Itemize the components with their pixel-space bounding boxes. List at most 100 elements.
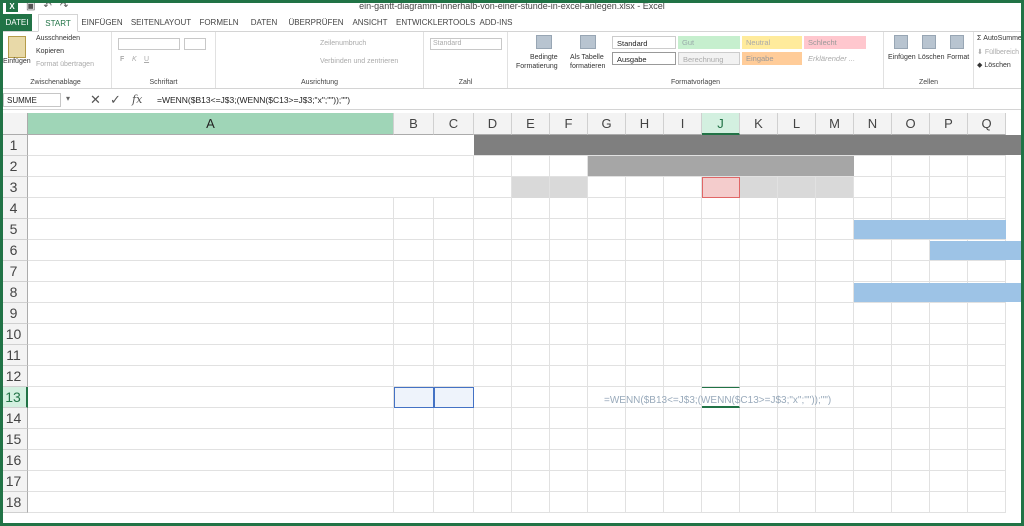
date-cell[interactable]	[702, 177, 740, 198]
grid-cell[interactable]	[740, 198, 778, 219]
grid-cell[interactable]	[778, 282, 816, 303]
grid-cell[interactable]	[664, 219, 702, 240]
end-date-cell[interactable]	[434, 345, 474, 366]
as-table-line1[interactable]: Als Tabelle	[570, 54, 604, 61]
tab-ueberpruefen[interactable]: ÜBERPRÜFEN	[288, 14, 344, 31]
grid-cell[interactable]	[28, 429, 394, 450]
grid-cell[interactable]	[626, 492, 664, 513]
grid-cell[interactable]	[930, 408, 968, 429]
grid-cell[interactable]	[702, 240, 740, 261]
grid-cell[interactable]	[968, 345, 1006, 366]
tab-datei[interactable]: DATEI	[2, 14, 32, 31]
grid-cell[interactable]	[740, 450, 778, 471]
name-box[interactable]: SUMME	[3, 93, 61, 107]
grid-cell[interactable]	[588, 429, 626, 450]
start-date-cell[interactable]	[394, 345, 434, 366]
grid-cell[interactable]	[778, 408, 816, 429]
date-cell[interactable]	[588, 177, 626, 198]
start-date-cell[interactable]	[394, 303, 434, 324]
as-table-line2[interactable]: formatieren	[570, 63, 605, 70]
grid-cell[interactable]	[778, 303, 816, 324]
paste-icon[interactable]	[8, 36, 26, 58]
italic-button[interactable]: K	[132, 56, 137, 63]
grid-cell[interactable]	[550, 366, 588, 387]
grid-cell[interactable]	[778, 366, 816, 387]
grid-cell[interactable]	[854, 198, 892, 219]
row-header-17[interactable]: 17	[0, 471, 28, 492]
grid-cell[interactable]	[702, 324, 740, 345]
grid-cell[interactable]	[702, 198, 740, 219]
grid-cell[interactable]	[778, 429, 816, 450]
start-date-cell[interactable]	[394, 408, 434, 429]
grid-cell[interactable]	[512, 219, 550, 240]
grid-cell[interactable]	[474, 345, 512, 366]
grid-cell[interactable]	[854, 366, 892, 387]
grid-cell[interactable]	[664, 240, 702, 261]
grid-cell[interactable]	[892, 240, 930, 261]
grid-cell[interactable]	[854, 324, 892, 345]
date-cell[interactable]	[550, 177, 588, 198]
grid-cell[interactable]	[740, 282, 778, 303]
date-cell[interactable]	[968, 177, 1006, 198]
row-header-12[interactable]: 12	[0, 366, 28, 387]
grid-cell[interactable]	[474, 324, 512, 345]
start-date-cell[interactable]	[394, 324, 434, 345]
cancel-icon[interactable]: ✕	[90, 93, 101, 107]
grid-cell[interactable]	[626, 345, 664, 366]
grid-cell[interactable]	[588, 450, 626, 471]
grid-cell[interactable]	[702, 282, 740, 303]
font-size-dropdown[interactable]	[184, 38, 206, 50]
grid-cell[interactable]	[854, 408, 892, 429]
grid-cell[interactable]	[816, 345, 854, 366]
grid-cell[interactable]	[816, 366, 854, 387]
row-header-2[interactable]: 2	[0, 156, 28, 177]
grid-cell[interactable]	[740, 303, 778, 324]
grid-cell[interactable]	[892, 492, 930, 513]
grid-cell[interactable]	[474, 240, 512, 261]
grid-cell[interactable]	[28, 303, 394, 324]
grid-cell[interactable]	[816, 240, 854, 261]
grid-cell[interactable]	[892, 429, 930, 450]
grid-cell[interactable]	[626, 324, 664, 345]
grid-cell[interactable]	[550, 324, 588, 345]
style-schlecht[interactable]: Schlecht	[804, 36, 866, 49]
grid-cell[interactable]	[702, 219, 740, 240]
grid-cell[interactable]	[968, 450, 1006, 471]
date-cell[interactable]	[854, 177, 892, 198]
grid-cell[interactable]	[512, 324, 550, 345]
end-date-cell[interactable]	[434, 471, 474, 492]
row-header-9[interactable]: 9	[0, 303, 28, 324]
end-date-cell[interactable]	[434, 240, 474, 261]
grid-cell[interactable]	[816, 492, 854, 513]
select-all-corner[interactable]	[0, 113, 28, 135]
grid-cell[interactable]	[968, 366, 1006, 387]
cut-button[interactable]: Ausschneiden	[36, 35, 80, 42]
column-header-p[interactable]: P	[930, 113, 968, 135]
grid-cell[interactable]	[968, 303, 1006, 324]
row-header-13[interactable]: 13	[0, 387, 28, 408]
grid-cell[interactable]	[512, 156, 550, 177]
end-date-cell[interactable]	[434, 219, 474, 240]
formula-input[interactable]: =WENN($B13<=J$3;(WENN($C13>=J$3;"x";""))…	[157, 93, 350, 107]
grid-cell[interactable]	[588, 240, 626, 261]
grid-cell[interactable]	[434, 492, 474, 513]
grid-cell[interactable]	[550, 282, 588, 303]
grid-cell[interactable]	[816, 471, 854, 492]
grid-cell[interactable]	[702, 429, 740, 450]
grid-cell[interactable]	[626, 303, 664, 324]
grid-cell[interactable]	[474, 366, 512, 387]
grid-cell[interactable]	[588, 282, 626, 303]
name-box-dropdown-icon[interactable]: ▾	[66, 94, 70, 103]
row-header-11[interactable]: 11	[0, 345, 28, 366]
grid-cell[interactable]	[778, 345, 816, 366]
start-date-cell[interactable]	[394, 261, 434, 282]
style-eingabe[interactable]: Eingabe	[742, 52, 802, 65]
tab-ansicht[interactable]: ANSICHT	[350, 14, 390, 31]
grid-cell[interactable]	[702, 492, 740, 513]
end-date-cell[interactable]	[434, 261, 474, 282]
end-date-cell[interactable]	[434, 366, 474, 387]
row-header-1[interactable]: 1	[0, 135, 28, 156]
grid-cell[interactable]	[626, 261, 664, 282]
row-header-16[interactable]: 16	[0, 450, 28, 471]
grid-cell[interactable]	[474, 429, 512, 450]
